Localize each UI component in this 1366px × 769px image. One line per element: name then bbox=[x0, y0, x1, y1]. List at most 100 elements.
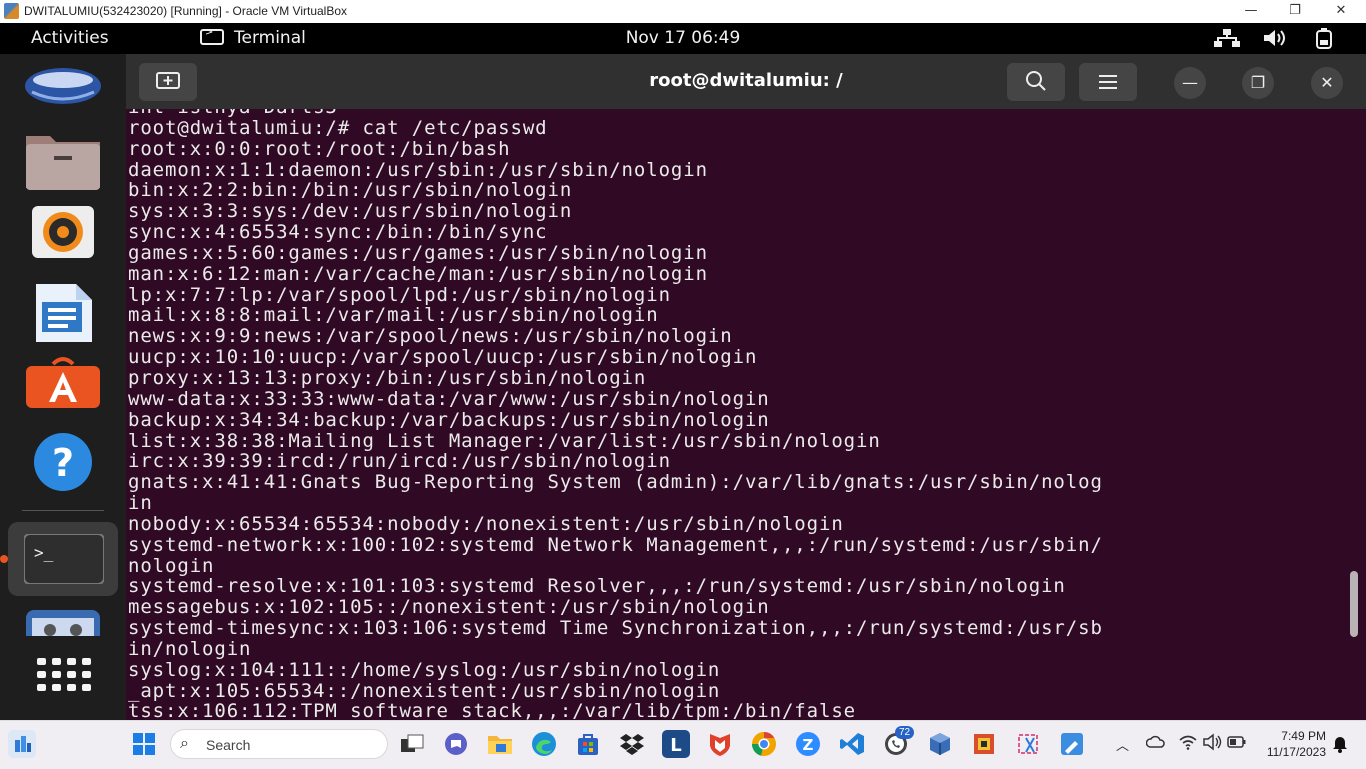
terminal-line: systemd-timesync:x:103:106:systemd Time … bbox=[128, 617, 1103, 640]
files-icon[interactable] bbox=[24, 128, 102, 192]
terminal-line: systemd-network:x:100:102:systemd Networ… bbox=[128, 533, 1103, 556]
activities-button[interactable]: Activities bbox=[31, 28, 109, 48]
search-icon bbox=[1026, 71, 1046, 91]
terminal-close-button[interactable]: ✕ bbox=[1311, 67, 1343, 99]
widgets-icon[interactable] bbox=[8, 730, 36, 758]
terminal-line: news:x:9:9:news:/var/spool/news:/usr/sbi… bbox=[128, 325, 733, 348]
paint-icon[interactable] bbox=[1058, 730, 1086, 758]
dropbox-icon[interactable] bbox=[618, 730, 646, 758]
terminal-line: list:x:38:38:Mailing List Manager:/var/l… bbox=[128, 429, 881, 452]
search-icon: ⌕ bbox=[180, 735, 189, 752]
app-center-icon[interactable] bbox=[24, 356, 102, 420]
search-placeholder: Search bbox=[206, 737, 251, 753]
svg-text:L: L bbox=[670, 735, 681, 756]
terminal-line: bin:x:2:2:bin:/bin:/usr/sbin/nologin bbox=[128, 179, 573, 202]
notification-badge: 72 bbox=[895, 726, 915, 739]
rhythmbox-icon[interactable] bbox=[24, 204, 102, 268]
terminal-minimize-button[interactable]: — bbox=[1174, 67, 1206, 99]
terminal-line: proxy:x:13:13:proxy:/bin:/usr/sbin/nolog… bbox=[128, 366, 647, 389]
battery-status-icon[interactable] bbox=[1227, 734, 1247, 755]
libreoffice-writer-icon[interactable] bbox=[24, 282, 102, 346]
taskbar-date: 11/17/2023 bbox=[1266, 745, 1326, 759]
minimize-icon: — bbox=[1182, 73, 1198, 92]
speaker-icon[interactable] bbox=[1202, 733, 1222, 756]
terminal-line: sync:x:4:65534:sync:/bin:/bin/sync bbox=[128, 221, 548, 244]
taskbar-time: 7:49 PM bbox=[1281, 729, 1326, 743]
onedrive-icon[interactable] bbox=[1145, 733, 1166, 756]
terminal-line: syslog:x:104:111::/home/syslog:/usr/sbin… bbox=[128, 658, 721, 681]
terminal-line: backup:x:34:34:backup:/var/backups:/usr/… bbox=[128, 408, 770, 431]
network-icon[interactable] bbox=[1213, 28, 1241, 52]
start-icon[interactable] bbox=[130, 730, 158, 758]
virtualbox-taskbar-icon[interactable] bbox=[926, 730, 954, 758]
minimize-button[interactable]: — bbox=[1228, 0, 1274, 23]
restore-button[interactable]: ❐ bbox=[1272, 0, 1318, 23]
dock-separator bbox=[22, 510, 104, 511]
snipping-tool-icon[interactable] bbox=[1014, 730, 1042, 758]
new-tab-icon bbox=[156, 72, 180, 89]
taskbar-search[interactable]: ⌕ Search bbox=[170, 729, 388, 759]
maximize-icon: ❐ bbox=[1250, 73, 1266, 92]
vscode-icon[interactable] bbox=[838, 730, 866, 758]
terminal-line: nologin bbox=[128, 554, 215, 577]
ubuntu-dock: ? >_ bbox=[0, 54, 126, 720]
terminal-line: gnats:x:41:41:Gnats Bug-Reporting System… bbox=[128, 471, 1103, 494]
terminal-line: sys:x:3:3:sys:/dev:/usr/sbin/nologin bbox=[128, 200, 573, 223]
search-button[interactable] bbox=[1007, 63, 1065, 101]
clock-button[interactable]: Nov 17 06:49 bbox=[626, 28, 741, 48]
terminal-line: irc:x:39:39:ircd:/run/ircd:/usr/sbin/nol… bbox=[128, 450, 671, 473]
vbox-window-title: DWITALUMIU(532423020) [Running] - Oracle… bbox=[24, 4, 348, 18]
app-menu-label: Terminal bbox=[234, 28, 306, 48]
terminal-line: root@dwitalumiu:/# cat /etc/passwd bbox=[128, 116, 548, 139]
app-menu[interactable]: Terminal bbox=[200, 27, 306, 48]
notifications-bell-icon[interactable] bbox=[1332, 735, 1348, 758]
volume-icon[interactable] bbox=[1262, 28, 1288, 52]
gnome-top-bar: Activities Terminal Nov 17 06:49 bbox=[0, 23, 1366, 54]
task-view-icon[interactable] bbox=[398, 730, 426, 758]
terminal-output[interactable]: int isthya Darts3root@dwitalumiu:/# cat … bbox=[126, 109, 1366, 720]
game-icon[interactable] bbox=[970, 730, 998, 758]
virtualbox-icon bbox=[4, 3, 19, 19]
close-button[interactable]: ✕ bbox=[1318, 0, 1364, 23]
wifi-icon[interactable] bbox=[1178, 733, 1198, 756]
file-explorer-icon[interactable] bbox=[486, 730, 514, 758]
show-hidden-icons-icon[interactable]: ︿ bbox=[1116, 735, 1129, 754]
terminal-line: tss:x:106:112:TPM software stack,,,:/var… bbox=[128, 700, 856, 720]
terminal-line: man:x:6:12:man:/var/cache/man:/usr/sbin/… bbox=[128, 262, 708, 285]
terminal-line: mail:x:8:8:mail:/var/mail:/usr/sbin/nolo… bbox=[128, 304, 659, 327]
thunderbird-icon[interactable] bbox=[24, 62, 102, 126]
terminal-scrollbar[interactable] bbox=[1350, 571, 1358, 637]
edge-icon[interactable] bbox=[530, 730, 558, 758]
close-icon: ✕ bbox=[1320, 73, 1334, 92]
vbox-titlebar: DWITALUMIU(532423020) [Running] - Oracle… bbox=[0, 0, 1366, 23]
terminal-line: nobody:x:65534:65534:nobody:/nonexistent… bbox=[128, 512, 844, 535]
terminal-app-icon bbox=[200, 27, 224, 45]
partial-app-icon[interactable] bbox=[24, 608, 102, 636]
terminal-line: systemd-resolve:x:101:103:systemd Resolv… bbox=[128, 575, 1066, 598]
menu-icon bbox=[1099, 75, 1117, 89]
terminal-line: uucp:x:10:10:uucp:/var/spool/uucp:/usr/s… bbox=[128, 346, 758, 369]
terminal-line: lp:x:7:7:lp:/var/spool/lpd:/usr/sbin/nol… bbox=[128, 283, 671, 306]
new-tab-button[interactable] bbox=[139, 63, 197, 101]
terminal-line: games:x:5:60:games:/usr/games:/usr/sbin/… bbox=[128, 241, 708, 264]
windows-taskbar: ⌕ Search L Z 72 ︿ 7:49 PM 11/17/2023 bbox=[0, 720, 1366, 769]
microsoft-store-icon[interactable] bbox=[574, 730, 602, 758]
help-icon[interactable]: ? bbox=[24, 432, 102, 496]
mcafee-icon[interactable] bbox=[706, 730, 734, 758]
running-indicator bbox=[0, 555, 8, 563]
svg-text:>_: >_ bbox=[34, 543, 54, 562]
hamburger-menu-button[interactable] bbox=[1079, 63, 1137, 101]
chrome-icon[interactable] bbox=[750, 730, 778, 758]
battery-icon[interactable] bbox=[1314, 28, 1334, 54]
terminal-line: in bbox=[128, 492, 153, 515]
terminal-line: in/nologin bbox=[128, 637, 252, 660]
terminal-line: _apt:x:105:65534::/nonexistent:/usr/sbin… bbox=[128, 679, 721, 702]
lexicon-app-icon[interactable]: L bbox=[662, 730, 690, 758]
terminal-maximize-button[interactable]: ❐ bbox=[1242, 67, 1274, 99]
teams-chat-icon[interactable] bbox=[442, 730, 470, 758]
taskbar-clock[interactable]: 7:49 PM 11/17/2023 bbox=[1258, 728, 1326, 760]
show-apps-icon[interactable] bbox=[24, 646, 102, 710]
terminal-icon[interactable]: >_ bbox=[0, 522, 118, 596]
svg-text:?: ? bbox=[52, 441, 74, 485]
zoom-icon[interactable]: Z bbox=[794, 730, 822, 758]
